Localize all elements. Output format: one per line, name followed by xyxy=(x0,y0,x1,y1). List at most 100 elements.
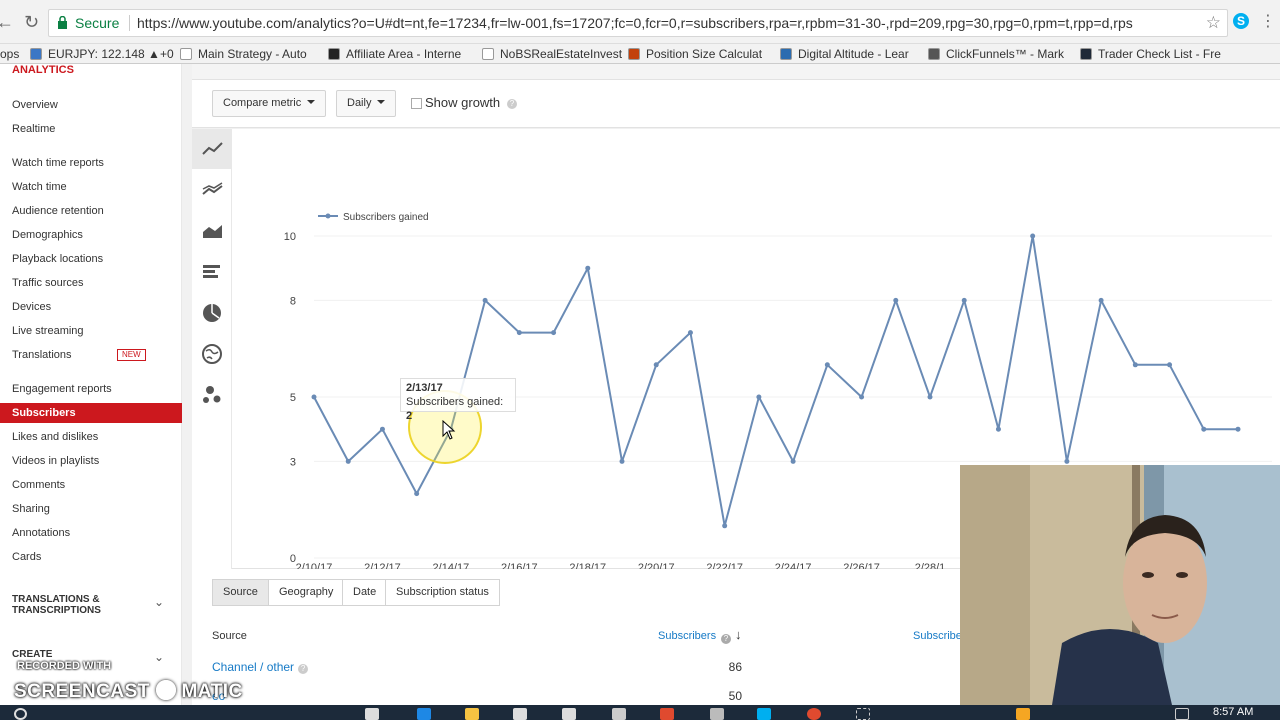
sidebar-section-header[interactable]: CREATE xyxy=(12,649,152,660)
bar-chart-icon[interactable] xyxy=(192,252,232,292)
data-point[interactable] xyxy=(756,394,762,400)
data-point[interactable] xyxy=(345,458,351,464)
store-icon[interactable] xyxy=(513,708,527,720)
sidebar-item-cards[interactable]: Cards xyxy=(0,547,182,567)
sidebar-item-engagement-reports[interactable]: Engagement reports xyxy=(0,379,182,399)
data-point[interactable] xyxy=(653,362,659,368)
sidebar-section-header[interactable]: TRANSLATIONS & TRANSCRIPTIONS xyxy=(12,594,152,616)
bookmark-item[interactable]: Affiliate Area - Interne xyxy=(328,47,461,61)
bookmark-item[interactable]: Digital Altitude - Lear xyxy=(780,47,909,61)
bookmark-item[interactable]: Trader Check List - Fre xyxy=(1080,47,1221,61)
area-chart-icon[interactable] xyxy=(192,211,232,251)
data-point[interactable] xyxy=(1064,458,1070,464)
tab-date[interactable]: Date xyxy=(342,579,388,606)
tab-geography[interactable]: Geography xyxy=(268,579,345,606)
data-point[interactable] xyxy=(1030,233,1036,239)
windows-start-icon[interactable] xyxy=(14,708,27,720)
skype-extension-icon[interactable]: S xyxy=(1233,13,1249,29)
app-icon-2[interactable] xyxy=(710,708,724,720)
address-bar[interactable]: Secure https://www.youtube.com/analytics… xyxy=(48,9,1228,37)
bubble-chart-icon[interactable] xyxy=(192,375,232,415)
sidebar-item-comments[interactable]: Comments xyxy=(0,475,182,495)
data-point[interactable] xyxy=(1098,297,1104,303)
dropbox-icon[interactable] xyxy=(562,708,576,720)
data-point[interactable] xyxy=(927,394,933,400)
sidebar-item-likes-and-dislikes[interactable]: Likes and dislikes xyxy=(0,427,182,447)
tab-source[interactable]: Source xyxy=(212,579,269,606)
sidebar-item-realtime[interactable]: Realtime xyxy=(0,119,182,139)
multi-line-chart-icon[interactable] xyxy=(192,170,232,210)
browser-menu-icon[interactable]: ⋮ xyxy=(1260,11,1276,31)
data-point[interactable] xyxy=(1201,426,1207,432)
office-icon[interactable] xyxy=(660,708,674,720)
interval-dropdown[interactable]: Daily xyxy=(336,90,397,117)
back-icon[interactable]: ← xyxy=(0,12,14,32)
bookmark-star-icon[interactable]: ☆ xyxy=(1206,10,1221,36)
x-tick-label: 2/12/17 xyxy=(364,562,401,569)
help-icon[interactable]: ? xyxy=(298,664,309,674)
sidebar-item-videos-in-playlists[interactable]: Videos in playlists xyxy=(0,451,182,471)
sidebar-item-playback-locations[interactable]: Playback locations xyxy=(0,249,182,269)
sort-down-arrow-icon[interactable]: ↓ xyxy=(735,627,742,642)
data-point[interactable] xyxy=(1235,426,1241,432)
data-point[interactable] xyxy=(859,394,865,400)
sidebar-item-audience-retention[interactable]: Audience retention xyxy=(0,201,182,221)
show-growth-checkbox[interactable] xyxy=(411,98,422,109)
data-point[interactable] xyxy=(722,523,728,529)
help-icon[interactable]: ? xyxy=(721,634,731,644)
tab-subscription-status[interactable]: Subscription status xyxy=(385,579,500,606)
bookmark-item[interactable]: NoBSRealEstateInvest xyxy=(482,47,622,61)
data-point[interactable] xyxy=(551,330,557,336)
url-text[interactable]: https://www.youtube.com/analytics?o=U#dt… xyxy=(137,10,1197,36)
sidebar-item-demographics[interactable]: Demographics xyxy=(0,225,182,245)
bookmark-item[interactable]: ops xyxy=(0,47,19,61)
data-point[interactable] xyxy=(893,297,899,303)
sidebar-item-watch-time-reports[interactable]: Watch time reports xyxy=(0,153,182,173)
skype-taskbar-icon[interactable] xyxy=(757,708,771,720)
chrome-taskbar-icon[interactable] xyxy=(807,708,821,720)
bookmark-item[interactable]: Position Size Calculat xyxy=(628,47,762,61)
map-chart-icon[interactable] xyxy=(192,334,232,374)
snipping-tool-icon[interactable] xyxy=(856,708,870,720)
data-point[interactable] xyxy=(961,297,967,303)
data-point[interactable] xyxy=(482,297,488,303)
column-header-subscribers-secondary[interactable]: Subscribe xyxy=(913,630,962,642)
tray-app-icon[interactable] xyxy=(1016,708,1030,720)
chevron-down-icon[interactable]: ⌄ xyxy=(154,595,164,609)
data-point[interactable] xyxy=(687,330,693,336)
bookmark-item[interactable]: Main Strategy - Auto xyxy=(180,47,307,61)
bookmark-item[interactable]: ClickFunnels™ - Mark xyxy=(928,47,1064,61)
sidebar-item-overview[interactable]: Overview xyxy=(0,95,182,115)
app-icon[interactable] xyxy=(612,708,626,720)
sidebar-item-watch-time[interactable]: Watch time xyxy=(0,177,182,197)
data-point[interactable] xyxy=(790,458,796,464)
data-point[interactable] xyxy=(516,330,522,336)
help-icon[interactable]: ? xyxy=(507,99,517,109)
edge-browser-icon[interactable] xyxy=(417,708,431,720)
bookmark-item[interactable]: EURJPY: 122.148 ▲+0 xyxy=(30,47,174,61)
data-point[interactable] xyxy=(1167,362,1173,368)
line-chart-icon[interactable] xyxy=(192,129,232,169)
file-explorer-icon[interactable] xyxy=(465,708,479,720)
reload-icon[interactable]: ↻ xyxy=(24,12,39,32)
data-point[interactable] xyxy=(311,394,317,400)
data-point[interactable] xyxy=(824,362,830,368)
data-point[interactable] xyxy=(585,265,591,271)
data-point[interactable] xyxy=(619,458,625,464)
data-point[interactable] xyxy=(995,426,1001,432)
sidebar-item-traffic-sources[interactable]: Traffic sources xyxy=(0,273,182,293)
sidebar-item-sharing[interactable]: Sharing xyxy=(0,499,182,519)
data-point[interactable] xyxy=(1132,362,1138,368)
show-growth-label[interactable]: Show growth xyxy=(425,95,500,110)
pie-chart-icon[interactable] xyxy=(192,293,232,333)
task-view-icon[interactable] xyxy=(365,708,379,720)
sidebar-item-translations[interactable]: Translations NEW xyxy=(0,345,182,365)
compare-metric-dropdown[interactable]: Compare metric xyxy=(212,90,327,117)
column-header-subscribers[interactable]: Subscribers xyxy=(658,630,716,642)
sidebar-item-subscribers[interactable]: Subscribers xyxy=(0,403,182,423)
sidebar-item-annotations[interactable]: Annotations xyxy=(0,523,182,543)
sidebar-item-live-streaming[interactable]: Live streaming xyxy=(0,321,182,341)
sidebar-item-devices[interactable]: Devices xyxy=(0,297,182,317)
data-point[interactable] xyxy=(379,426,385,432)
data-point[interactable] xyxy=(414,491,420,497)
